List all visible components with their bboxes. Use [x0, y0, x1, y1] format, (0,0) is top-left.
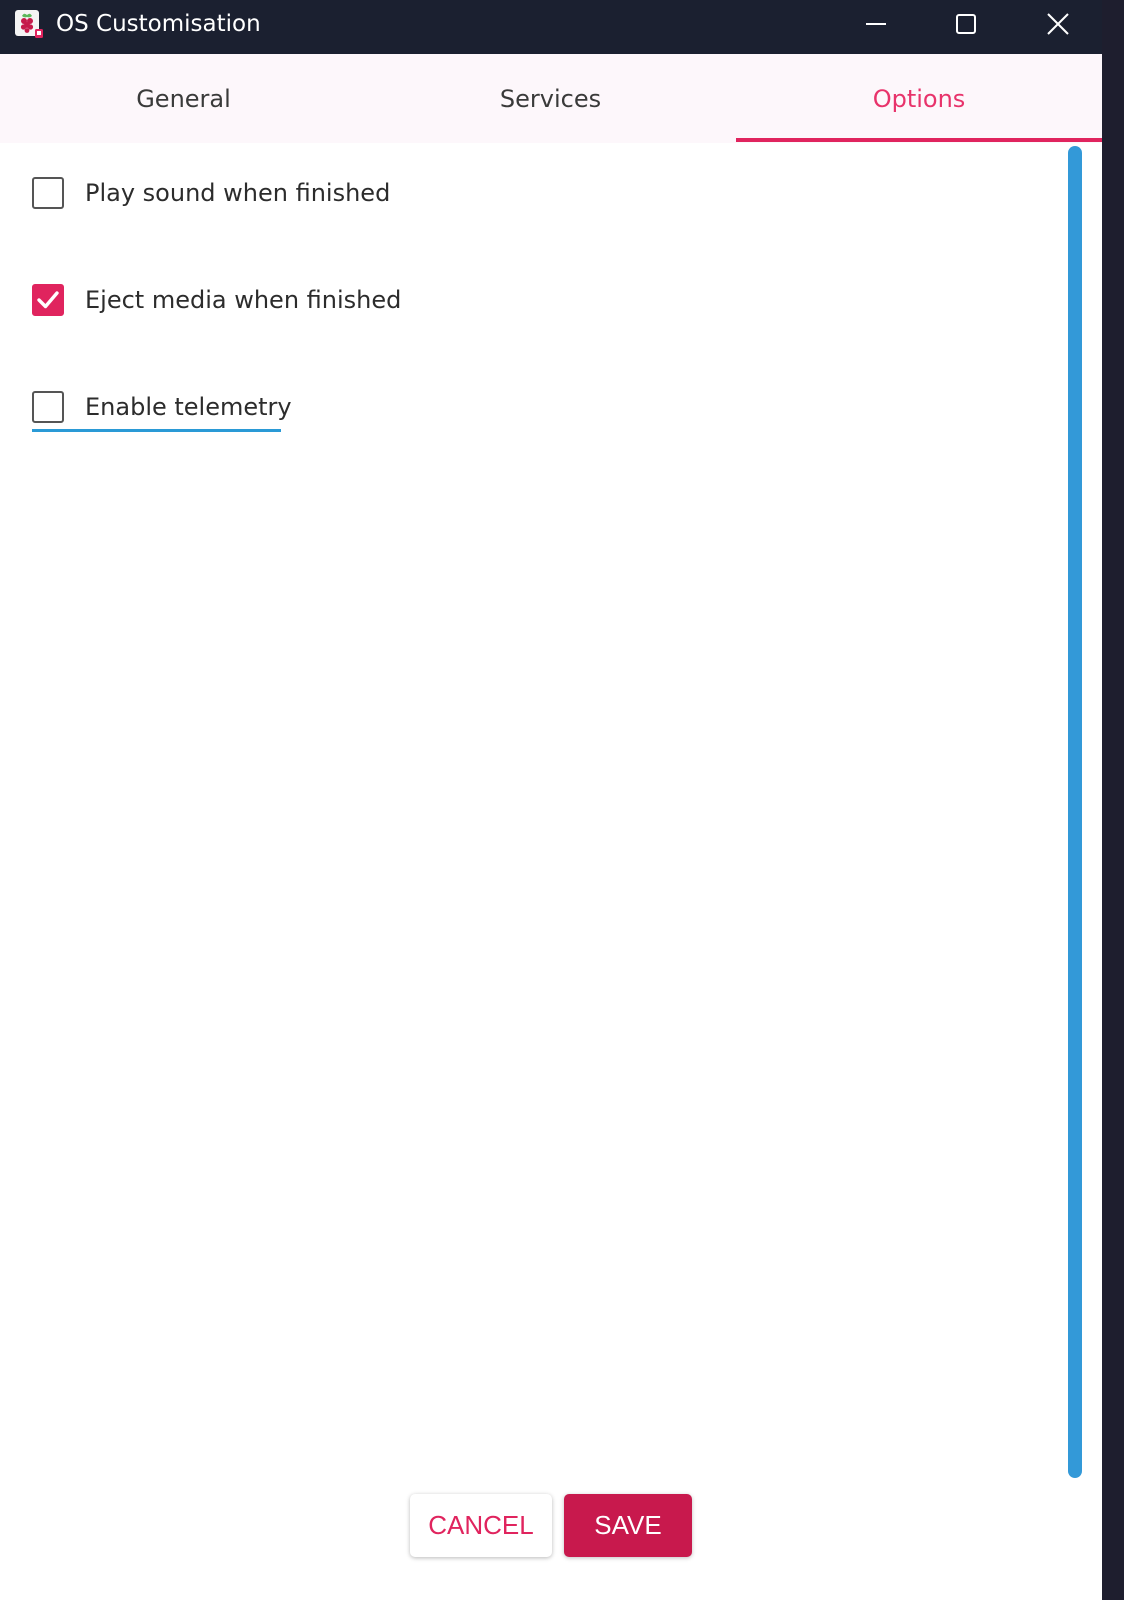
tab-general[interactable]: General	[0, 54, 367, 143]
options-panel: Play sound when finished Eject media whe…	[0, 143, 1102, 1483]
cancel-button[interactable]: CANCEL	[410, 1494, 552, 1557]
close-button[interactable]	[1012, 0, 1102, 48]
title-bar: OS Customisation	[0, 0, 1102, 54]
maximize-button[interactable]	[920, 0, 1012, 48]
maximize-icon	[956, 14, 976, 34]
scrollbar[interactable]	[1068, 146, 1082, 1478]
active-tab-indicator	[736, 138, 1102, 142]
telemetry-option[interactable]: Enable telemetry	[32, 387, 292, 427]
eject-media-option[interactable]: Eject media when finished	[32, 280, 401, 320]
tab-bar: General Services Options	[0, 54, 1102, 143]
tab-options[interactable]: Options	[736, 54, 1102, 143]
tab-services[interactable]: Services	[367, 54, 734, 143]
eject-media-checkbox[interactable]	[32, 284, 64, 316]
telemetry-checkbox[interactable]	[32, 391, 64, 423]
checkmark-icon	[37, 291, 59, 309]
save-button[interactable]: SAVE	[564, 1494, 692, 1557]
close-icon	[1047, 13, 1069, 35]
play-sound-label: Play sound when finished	[85, 179, 391, 207]
raspberry-pi-icon	[15, 10, 43, 38]
window-title: OS Customisation	[56, 11, 261, 37]
play-sound-option[interactable]: Play sound when finished	[32, 173, 390, 213]
play-sound-checkbox[interactable]	[32, 177, 64, 209]
os-customisation-window: OS Customisation General Services Option…	[0, 0, 1102, 1600]
telemetry-label: Enable telemetry	[85, 393, 292, 421]
eject-media-label: Eject media when finished	[85, 286, 402, 314]
minimize-icon	[866, 23, 886, 25]
focus-indicator	[32, 429, 281, 432]
minimize-button[interactable]	[830, 0, 922, 48]
